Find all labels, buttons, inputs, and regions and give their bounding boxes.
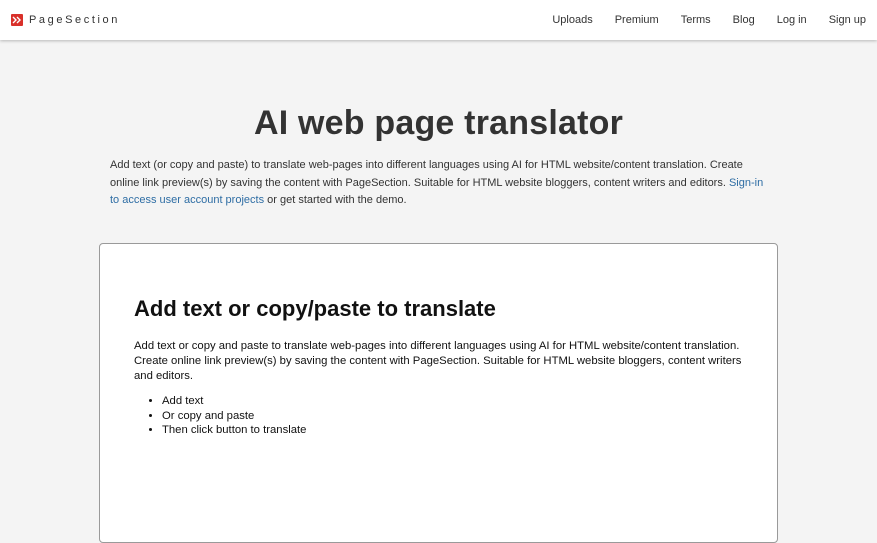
nav-login[interactable]: Log in — [777, 14, 807, 26]
brand-link[interactable]: PageSection — [11, 13, 120, 27]
page-description-text: Add text (or copy and paste) to translat… — [110, 159, 743, 189]
list-item: Then click button to translate — [162, 423, 306, 438]
instructions-list: Add text Or copy and paste Then click bu… — [162, 394, 306, 438]
nav-blog[interactable]: Blog — [733, 14, 755, 26]
brand-name: PageSection — [29, 14, 120, 26]
card-title: Add text or copy/paste to translate — [134, 296, 496, 321]
page-description-tail: or get started with the demo. — [264, 194, 407, 206]
translate-card: Add text or copy/paste to translate Add … — [99, 243, 778, 543]
list-item: Or copy and paste — [162, 409, 306, 424]
list-item: Add text — [162, 394, 306, 409]
main-nav: Uploads Premium Terms Blog Log in Sign u… — [552, 0, 877, 40]
top-navbar: PageSection Uploads Premium Terms Blog L… — [0, 0, 877, 40]
pagesection-logo-icon — [11, 14, 23, 26]
nav-uploads[interactable]: Uploads — [552, 14, 592, 26]
card-description: Add text or copy and paste to translate … — [134, 340, 742, 382]
nav-terms[interactable]: Terms — [681, 14, 711, 26]
nav-premium[interactable]: Premium — [615, 14, 659, 26]
page-title: AI web page translator — [253, 104, 624, 142]
page-description: Add text (or copy and paste) to translat… — [110, 157, 770, 210]
nav-signup[interactable]: Sign up — [829, 14, 866, 26]
